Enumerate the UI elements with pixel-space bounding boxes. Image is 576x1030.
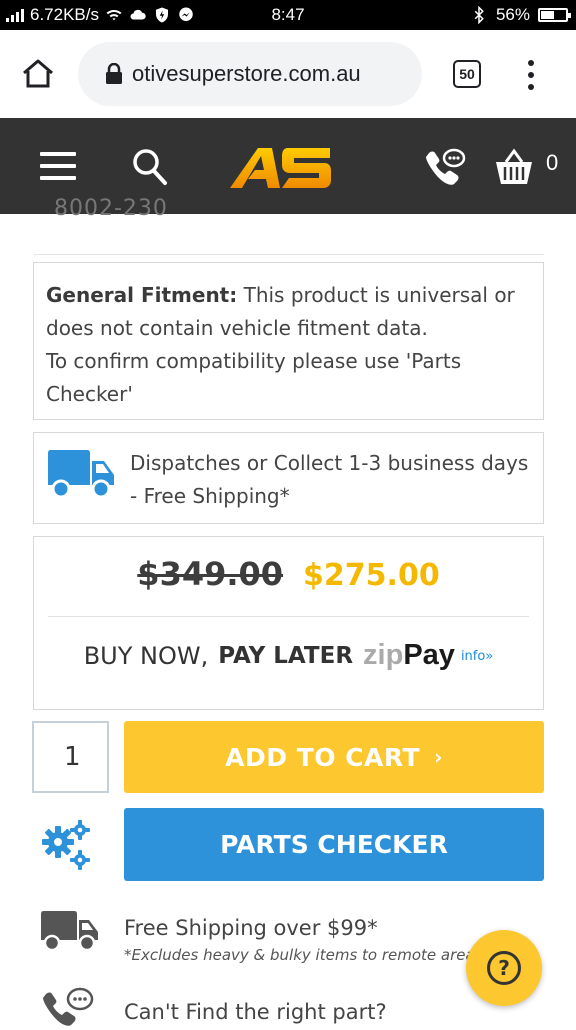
dispatch-line-2: - Free Shipping* bbox=[130, 484, 290, 508]
wifi-icon bbox=[106, 9, 122, 21]
network-speed: 6.72KB/s bbox=[30, 5, 99, 24]
buy-now-label: BUY NOW, bbox=[83, 641, 209, 670]
price-divider bbox=[48, 616, 529, 617]
shipping-truck-icon bbox=[41, 911, 98, 952]
url-text: otivesuperstore.com.au bbox=[132, 61, 361, 86]
fitment-confirm: To confirm compatibility please use 'Par… bbox=[46, 349, 462, 406]
browser-toolbar: otivesuperstore.com.au 50 bbox=[0, 30, 576, 118]
gears-icon bbox=[42, 820, 90, 870]
home-icon[interactable] bbox=[20, 56, 56, 92]
find-part-title[interactable]: Can't Find the right part? bbox=[124, 1000, 387, 1024]
messenger-icon bbox=[179, 7, 193, 21]
phone-chat-icon[interactable] bbox=[424, 148, 466, 186]
quantity-input[interactable] bbox=[32, 721, 109, 793]
cart-count: 0 bbox=[546, 150, 559, 175]
price-box: $349.00 $275.00 BUY NOW, PAY LATER zipPa… bbox=[33, 536, 544, 710]
cart-basket-icon[interactable] bbox=[494, 148, 534, 186]
tab-switcher-button[interactable]: 50 bbox=[453, 60, 481, 88]
battery-icon bbox=[538, 8, 571, 22]
phone-chat-icon bbox=[43, 987, 94, 1026]
dispatch-box: Dispatches or Collect 1-3 business days … bbox=[33, 432, 544, 524]
address-bar[interactable]: otivesuperstore.com.au bbox=[78, 42, 422, 106]
shield-icon bbox=[156, 7, 168, 23]
free-shipping-note: *Excludes heavy & bulky items to remote … bbox=[124, 946, 483, 964]
cloud-icon bbox=[130, 9, 146, 20]
free-shipping-title: Free Shipping over $99* bbox=[124, 916, 378, 940]
signal-icon bbox=[6, 8, 24, 22]
help-button[interactable]: ? bbox=[466, 930, 542, 1006]
zippay-info-link[interactable]: info» bbox=[461, 649, 493, 664]
zippay-logo: zipPay bbox=[363, 639, 455, 671]
fitment-box: General Fitment: This product is univers… bbox=[33, 262, 544, 420]
parts-checker-button[interactable]: PARTS CHECKER bbox=[124, 808, 544, 881]
pay-later-label: PAY LATER bbox=[218, 642, 354, 669]
chevron-right-icon: › bbox=[434, 745, 443, 769]
lock-icon bbox=[106, 63, 122, 84]
browser-menu-icon[interactable] bbox=[522, 58, 540, 92]
add-to-cart-button[interactable]: ADD TO CART › bbox=[124, 721, 544, 793]
bluetooth-icon bbox=[474, 6, 484, 24]
dispatch-line-1: Dispatches or Collect 1-3 business days bbox=[130, 451, 529, 475]
menu-icon[interactable] bbox=[40, 152, 76, 180]
battery-percent: 56% bbox=[495, 5, 530, 24]
original-price: $349.00 bbox=[137, 555, 284, 593]
status-bar: 6.72KB/s 8:47 56% bbox=[0, 0, 576, 30]
site-logo[interactable] bbox=[228, 144, 332, 190]
delivery-truck-icon bbox=[48, 450, 114, 499]
divider bbox=[34, 254, 544, 255]
sale-price: $275.00 bbox=[303, 558, 440, 593]
product-code: 8002-230 bbox=[54, 196, 168, 221]
fitment-label: General Fitment: bbox=[46, 283, 238, 307]
help-icon: ? bbox=[487, 951, 521, 985]
zippay-row: BUY NOW, PAY LATER zipPay info» bbox=[34, 639, 543, 672]
add-to-cart-label: ADD TO CART bbox=[225, 742, 421, 772]
search-icon[interactable] bbox=[132, 148, 168, 186]
